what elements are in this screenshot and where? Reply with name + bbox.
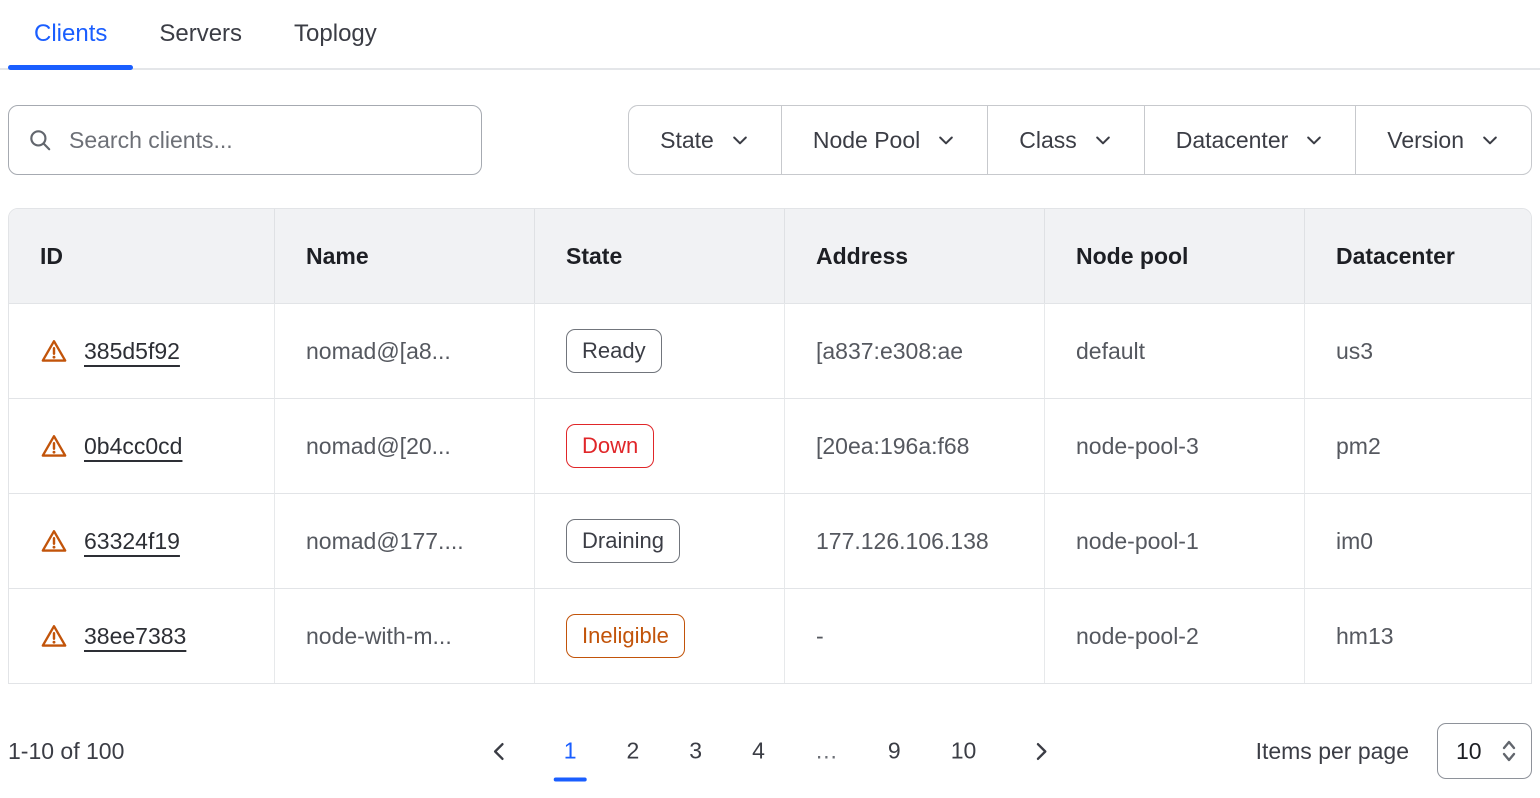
warning-icon (40, 622, 68, 650)
client-name-cell: nomad@[20... (274, 398, 534, 493)
client-address-cell: 177.126.106.138 (784, 493, 1044, 588)
search-input[interactable] (67, 126, 463, 155)
client-id-link[interactable]: 38ee7383 (84, 623, 186, 650)
page-ellipsis: … (802, 738, 851, 765)
filter-class[interactable]: Class (987, 106, 1144, 174)
pagination: 1 2 3 4 … 9 10 (473, 738, 1068, 765)
filter-node-pool[interactable]: Node Pool (781, 106, 987, 174)
page-button-2[interactable]: 2 (614, 738, 653, 765)
chevron-down-icon (1480, 130, 1500, 150)
filter-datacenter[interactable]: Datacenter (1144, 106, 1356, 174)
client-id-cell: 0b4cc0cd (9, 398, 274, 493)
client-name-cell: node-with-m... (274, 588, 534, 683)
controls-row: State Node Pool Class Datacenter Version (8, 105, 1532, 175)
client-datacenter-cell: us3 (1304, 303, 1531, 398)
filter-node-pool-label: Node Pool (813, 127, 920, 154)
page-button-3[interactable]: 3 (676, 738, 715, 765)
column-header-node-pool[interactable]: Node pool (1044, 209, 1304, 303)
warning-icon (40, 432, 68, 460)
client-state-cell: Ready (534, 303, 784, 398)
chevron-right-icon (1029, 740, 1051, 762)
client-id-cell: 63324f19 (9, 493, 274, 588)
client-address-cell: [a837:e308:ae (784, 303, 1044, 398)
client-datacenter-cell: pm2 (1304, 398, 1531, 493)
items-per-page-value: 10 (1456, 738, 1482, 765)
items-per-page-label: Items per page (1256, 738, 1409, 765)
client-node-pool-cell: node-pool-2 (1044, 588, 1304, 683)
search-icon (27, 127, 53, 153)
tab-topology[interactable]: Toplogy (268, 0, 403, 68)
filter-state-label: State (660, 127, 714, 154)
client-name-cell: nomad@177.... (274, 493, 534, 588)
column-header-name[interactable]: Name (274, 209, 534, 303)
clients-table: ID Name State Address Node pool Datacent… (8, 208, 1532, 684)
client-id-cell: 38ee7383 (9, 588, 274, 683)
chevron-down-icon (730, 130, 750, 150)
chevron-down-icon (1304, 130, 1324, 150)
filter-version[interactable]: Version (1355, 106, 1531, 174)
column-header-state[interactable]: State (534, 209, 784, 303)
column-header-datacenter[interactable]: Datacenter (1304, 209, 1531, 303)
client-id-link[interactable]: 385d5f92 (84, 338, 180, 365)
client-state-cell: Down (534, 398, 784, 493)
search-box[interactable] (8, 105, 482, 175)
filter-group: State Node Pool Class Datacenter Version (628, 105, 1532, 175)
client-datacenter-cell: im0 (1304, 493, 1531, 588)
state-badge: Draining (566, 519, 680, 563)
state-badge: Ineligible (566, 614, 685, 658)
page-button-9[interactable]: 9 (875, 738, 914, 765)
chevron-left-icon (489, 740, 511, 762)
warning-icon (40, 527, 68, 555)
client-state-cell: Draining (534, 493, 784, 588)
warning-icon (40, 337, 68, 365)
filter-datacenter-label: Datacenter (1176, 127, 1289, 154)
tab-servers[interactable]: Servers (133, 0, 268, 68)
client-id-link[interactable]: 63324f19 (84, 528, 180, 555)
column-header-address[interactable]: Address (784, 209, 1044, 303)
client-name-cell: nomad@[a8... (274, 303, 534, 398)
filter-class-label: Class (1019, 127, 1077, 154)
client-id-cell: 385d5f92 (9, 303, 274, 398)
client-address-cell: - (784, 588, 1044, 683)
page-button-10[interactable]: 10 (938, 738, 990, 765)
page-button-4[interactable]: 4 (739, 738, 778, 765)
client-node-pool-cell: default (1044, 303, 1304, 398)
items-per-page: Items per page 10 (1256, 723, 1532, 779)
filter-state[interactable]: State (629, 106, 781, 174)
client-id-link[interactable]: 0b4cc0cd (84, 433, 182, 460)
state-badge: Ready (566, 329, 662, 373)
client-node-pool-cell: node-pool-1 (1044, 493, 1304, 588)
previous-page-button[interactable] (473, 740, 527, 762)
results-summary: 1-10 of 100 (8, 738, 124, 765)
column-header-id[interactable]: ID (9, 209, 274, 303)
client-address-cell: [20ea:196a:f68 (784, 398, 1044, 493)
up-down-chevron-icon (1499, 738, 1519, 764)
chevron-down-icon (936, 130, 956, 150)
client-state-cell: Ineligible (534, 588, 784, 683)
table-footer: 1-10 of 100 1 2 3 4 … 9 10 Items per pag… (8, 721, 1532, 781)
items-per-page-select[interactable]: 10 (1437, 723, 1532, 779)
client-datacenter-cell: hm13 (1304, 588, 1531, 683)
client-node-pool-cell: node-pool-3 (1044, 398, 1304, 493)
chevron-down-icon (1093, 130, 1113, 150)
filter-version-label: Version (1387, 127, 1464, 154)
tab-bar: Clients Servers Toplogy (0, 0, 1540, 70)
next-page-button[interactable] (1013, 740, 1067, 762)
page-button-1[interactable]: 1 (551, 738, 590, 765)
state-badge: Down (566, 424, 654, 468)
tab-clients[interactable]: Clients (8, 0, 133, 68)
